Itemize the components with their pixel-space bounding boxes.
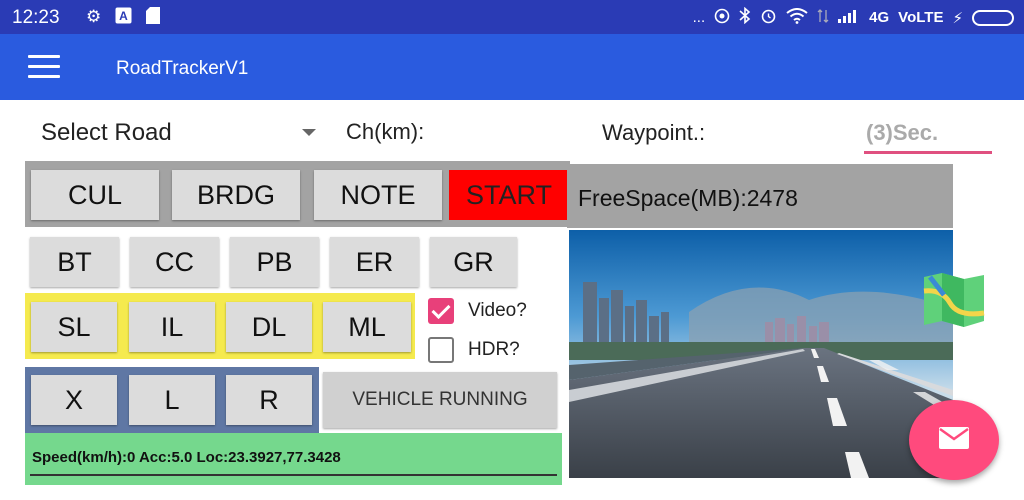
select-road-value: Select Road (41, 119, 172, 146)
bluetooth-icon (739, 6, 751, 28)
brdg-button[interactable]: BRDG (172, 170, 300, 220)
cul-button[interactable]: CUL (31, 170, 159, 220)
video-checkbox-row[interactable]: Video? (428, 298, 527, 324)
data-arrows-icon (817, 8, 829, 28)
camera-preview (569, 230, 953, 478)
vehicle-running-button[interactable]: VEHICLE RUNNING (323, 372, 557, 428)
status-icons-left: ⚙ A (86, 7, 161, 29)
app-bar: RoadTrackerV1 (0, 34, 1024, 100)
chevron-down-icon (302, 129, 316, 136)
hotspot-icon (714, 8, 730, 28)
wifi-icon (786, 7, 808, 28)
chainage-label: Ch(km): (346, 119, 425, 144)
il-button[interactable]: IL (129, 302, 215, 352)
er-button[interactable]: ER (330, 237, 419, 287)
pb-button[interactable]: PB (230, 237, 319, 287)
ml-button[interactable]: ML (323, 302, 411, 352)
freespace-panel: FreeSpace(MB):2478 (567, 164, 953, 228)
gr-button[interactable]: GR (430, 237, 517, 287)
mail-fab-button[interactable] (909, 400, 999, 480)
battery-icon (972, 9, 1014, 26)
note-button[interactable]: NOTE (314, 170, 442, 220)
interval-seconds-input[interactable] (864, 114, 992, 154)
charging-icon: ⚡ (952, 9, 963, 27)
waypoint-label: Waypoint.: (602, 120, 706, 145)
gear-icon: ⚙ (86, 7, 102, 26)
video-label: Video? (468, 300, 527, 321)
telemetry-underline (30, 474, 557, 476)
alarm-icon (760, 7, 777, 28)
status-dots: ... (692, 9, 706, 26)
font-icon: A (115, 7, 132, 29)
telemetry-text: Speed(km/h):0 Acc:5.0 Loc:23.3927,77.342… (32, 449, 341, 466)
status-icons-right: ... 4G VoLTE ⚡ (692, 6, 1014, 28)
hdr-label: HDR? (468, 339, 520, 360)
sd-card-icon (146, 7, 161, 29)
start-button[interactable]: START (449, 170, 569, 220)
network-type: 4G (869, 9, 890, 26)
svg-text:A: A (119, 9, 128, 23)
hamburger-menu-icon[interactable] (28, 55, 60, 79)
status-time: 12:23 (12, 7, 60, 28)
r-button[interactable]: R (226, 375, 312, 425)
mail-icon (939, 426, 969, 454)
status-bar: 12:23 ⚙ A ... 4G VoLTE ⚡ (0, 0, 1024, 34)
select-road-dropdown[interactable]: Select Road (30, 110, 326, 154)
telemetry-bar: Speed(km/h):0 Acc:5.0 Loc:23.3927,77.342… (25, 433, 562, 485)
bt-button[interactable]: BT (30, 237, 119, 287)
volte-label: VoLTE (898, 9, 944, 26)
hdr-checkbox-row[interactable]: HDR? (428, 337, 520, 363)
sl-button[interactable]: SL (31, 302, 117, 352)
dl-button[interactable]: DL (226, 302, 312, 352)
cc-button[interactable]: CC (130, 237, 219, 287)
video-checkbox[interactable] (428, 298, 454, 324)
l-button[interactable]: L (129, 375, 215, 425)
app-title: RoadTrackerV1 (116, 58, 249, 79)
x-button[interactable]: X (31, 375, 117, 425)
signal-icon (838, 8, 860, 27)
hdr-checkbox[interactable] (428, 337, 454, 363)
map-icon[interactable] (920, 273, 986, 327)
freespace-text: FreeSpace(MB):2478 (578, 185, 798, 211)
